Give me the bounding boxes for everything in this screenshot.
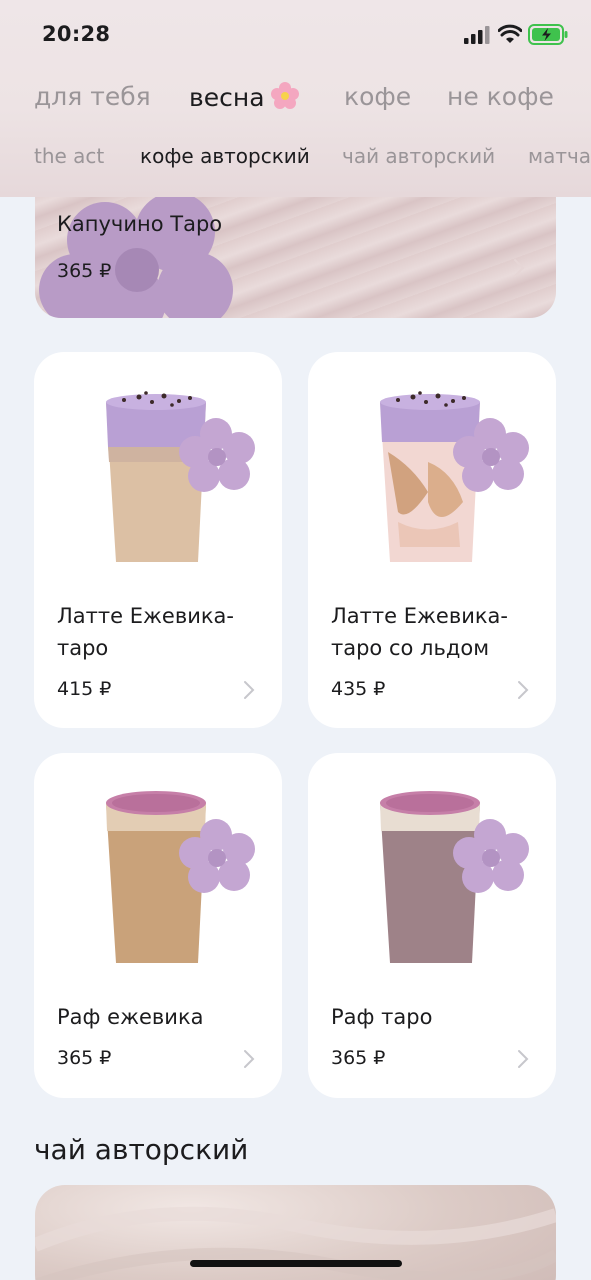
- subtab-author-tea[interactable]: чай авторский: [342, 144, 495, 168]
- tab-spring[interactable]: весна: [189, 82, 299, 112]
- raf-cup-image: [106, 791, 255, 963]
- product-name: Раф ежевика: [57, 1005, 204, 1029]
- chevron-right-icon: [244, 1050, 255, 1068]
- cherry-blossom-icon: [270, 82, 299, 109]
- hero-product-name: Капучино Таро: [57, 212, 223, 236]
- raf-taro-cup-image: [380, 791, 529, 963]
- chevron-right-icon: [514, 259, 525, 277]
- latte-cup-image: [106, 391, 255, 562]
- status-time: 20:28: [42, 22, 111, 46]
- section-title-author-tea: чай авторский: [34, 1133, 249, 1166]
- product-card[interactable]: Латте Ежевика-таро со льдом 435 ₽: [308, 352, 556, 728]
- chevron-right-icon: [244, 681, 255, 699]
- product-name: Раф таро: [331, 1005, 433, 1029]
- iced-latte-cup-image: [380, 391, 529, 562]
- wifi-icon: [498, 24, 522, 43]
- tab-spring-label: весна: [189, 83, 265, 112]
- product-card[interactable]: Раф ежевика 365 ₽: [34, 753, 282, 1098]
- product-price: 365 ₽: [57, 1047, 112, 1069]
- product-card[interactable]: Раф таро 365 ₽: [308, 753, 556, 1098]
- subtab-the-act[interactable]: the act: [34, 144, 104, 168]
- chevron-right-icon: [518, 1050, 529, 1068]
- battery-charging-icon: [528, 24, 568, 45]
- product-price: 435 ₽: [331, 678, 386, 700]
- tab-for-you[interactable]: для тебя: [34, 82, 151, 111]
- product-card[interactable]: Латте Ежевика-таро 415 ₽: [34, 352, 282, 728]
- product-price: 415 ₽: [57, 678, 112, 700]
- subtab-author-coffee[interactable]: кофе авторский: [140, 144, 310, 168]
- top-header: 20:28 для тебя весна кофе не кофе the ac…: [0, 0, 591, 197]
- home-indicator[interactable]: [190, 1260, 402, 1267]
- product-price: 365 ₽: [331, 1047, 386, 1069]
- flower-decoration-icon: [39, 192, 233, 318]
- tab-not-coffee[interactable]: не кофе: [447, 82, 554, 111]
- hero-product-price: 365 ₽: [57, 260, 112, 282]
- cellular-signal-icon: [464, 26, 490, 44]
- chevron-right-icon: [518, 681, 529, 699]
- product-name: Латте Ежевика-таро: [57, 604, 234, 660]
- status-bar: 20:28: [0, 0, 591, 70]
- subtab-matcha[interactable]: матча: [528, 144, 591, 168]
- tab-coffee[interactable]: кофе: [344, 82, 411, 111]
- product-name: Латте Ежевика-таро со льдом: [331, 604, 508, 660]
